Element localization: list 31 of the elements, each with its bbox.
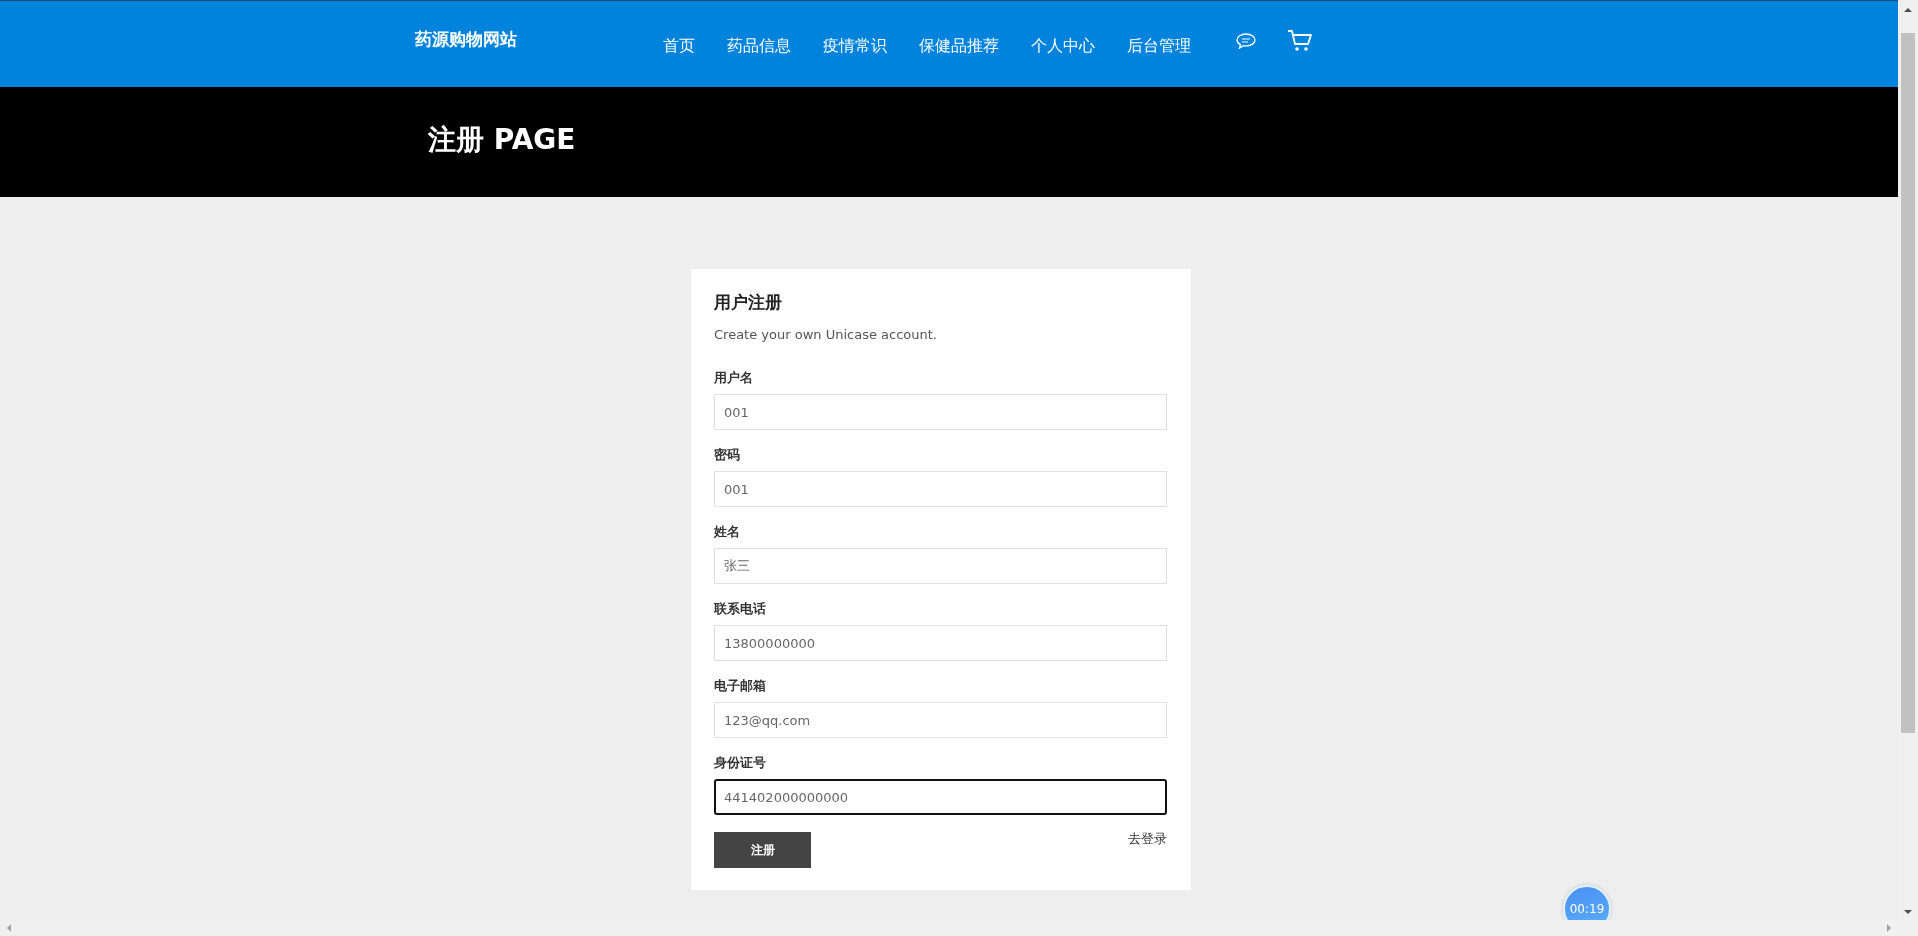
input-field[interactable]: 001 — [714, 471, 1167, 507]
nav-link[interactable]: 个人中心 — [1031, 35, 1095, 57]
nav-link[interactable]: 药品信息 — [727, 35, 791, 57]
login-link[interactable]: 去登录 — [1128, 830, 1167, 848]
field-label: 用户名 — [714, 370, 754, 387]
field-label: 姓名 — [714, 524, 741, 541]
field-label: 联系电话 — [714, 601, 767, 618]
nav-link[interactable]: 后台管理 — [1127, 35, 1191, 57]
nav-link[interactable]: 首页 — [663, 35, 695, 57]
site-logo[interactable]: 药源购物网站 — [415, 27, 517, 51]
cart-icon[interactable] — [1287, 29, 1313, 53]
scroll-up-icon[interactable] — [1903, 5, 1913, 15]
chat-icon[interactable] — [1235, 32, 1257, 50]
form-subtitle: Create your own Unicase account. — [714, 327, 938, 342]
scroll-down-icon[interactable] — [1903, 907, 1913, 917]
input-field[interactable]: 441402000000000 — [714, 779, 1167, 815]
input-field[interactable]: 13800000000 — [714, 625, 1167, 661]
scrollbar-thumb[interactable] — [1901, 33, 1915, 733]
input-field[interactable]: 张三 — [714, 548, 1167, 584]
page-title: 注册 PAGE — [428, 122, 576, 158]
nav-link[interactable]: 疫情常识 — [823, 35, 887, 57]
form-title: 用户注册 — [714, 291, 783, 314]
field-label: 密码 — [714, 447, 741, 464]
field-label: 电子邮箱 — [714, 678, 767, 695]
scroll-right-icon[interactable] — [1884, 923, 1894, 933]
field-label: 身份证号 — [714, 755, 767, 772]
register-button[interactable]: 注册 — [714, 832, 811, 868]
timer-badge: 00:19 — [1563, 885, 1611, 920]
input-field[interactable]: 123@qq.com — [714, 702, 1167, 738]
input-field[interactable]: 001 — [714, 394, 1167, 430]
nav-link[interactable]: 保健品推荐 — [919, 35, 999, 57]
